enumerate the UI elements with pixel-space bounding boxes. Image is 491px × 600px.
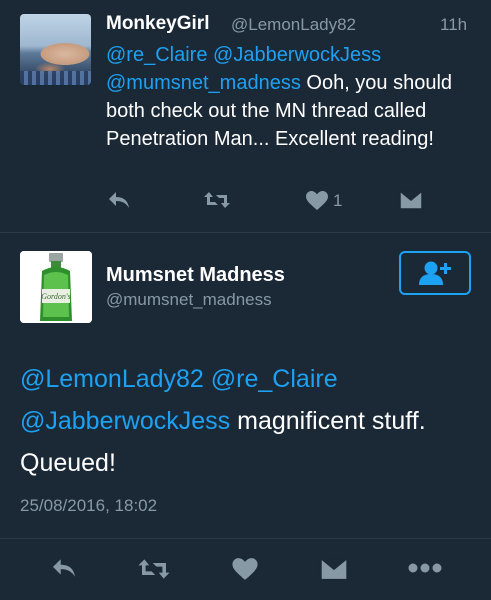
follow-button[interactable] bbox=[399, 251, 471, 295]
mention-link[interactable]: @JabberwockJess bbox=[20, 407, 230, 435]
tweet2-display-name[interactable]: Mumsnet Madness bbox=[106, 264, 285, 287]
reply-icon[interactable] bbox=[50, 557, 78, 579]
divider bbox=[0, 538, 491, 539]
more-icon[interactable] bbox=[408, 563, 442, 573]
tweet1-handle[interactable]: @LemonLady82 bbox=[231, 15, 356, 35]
tweet1-text: @re_Claire @JabberwockJess @mumsnet_madn… bbox=[106, 41, 476, 153]
dm-icon[interactable] bbox=[399, 190, 423, 210]
mention-link[interactable]: @re_Claire bbox=[106, 44, 207, 66]
tweet2-date: 25/08/2016, 18:02 bbox=[20, 496, 158, 515]
reply-icon[interactable] bbox=[107, 190, 131, 210]
heart-icon bbox=[305, 190, 329, 211]
mention-link[interactable]: @mumsnet_madness bbox=[106, 72, 301, 94]
mumsnet-madness-avatar[interactable]: Gordon's bbox=[20, 251, 92, 323]
heart-icon[interactable] bbox=[231, 557, 259, 581]
mention-link[interactable]: @JabberwockJess bbox=[213, 44, 381, 66]
avatar-image-detail bbox=[20, 71, 91, 85]
tweet1-timestamp: 11h bbox=[440, 15, 468, 34]
add-user-icon bbox=[417, 260, 453, 286]
retweet-icon[interactable] bbox=[137, 557, 171, 581]
tweet2-handle[interactable]: @mumsnet_madness bbox=[106, 290, 272, 310]
bottle-label: Gordon's bbox=[41, 292, 70, 301]
retweet-icon[interactable] bbox=[203, 190, 231, 210]
monkeygirl-avatar[interactable] bbox=[20, 14, 91, 85]
mention-link[interactable]: @re_Claire bbox=[211, 365, 338, 393]
tweet2-text: @LemonLady82 @re_Claire @JabberwockJess … bbox=[20, 358, 480, 484]
mention-link[interactable]: @LemonLady82 bbox=[20, 365, 204, 393]
divider bbox=[0, 232, 491, 233]
gin-bottle-image: Gordon's bbox=[20, 251, 92, 323]
dm-icon[interactable] bbox=[319, 557, 349, 581]
like-count: 1 bbox=[333, 190, 343, 210]
tweet1-display-name[interactable]: MonkeyGirl bbox=[106, 13, 209, 35]
like-button[interactable]: 1 bbox=[305, 190, 342, 211]
